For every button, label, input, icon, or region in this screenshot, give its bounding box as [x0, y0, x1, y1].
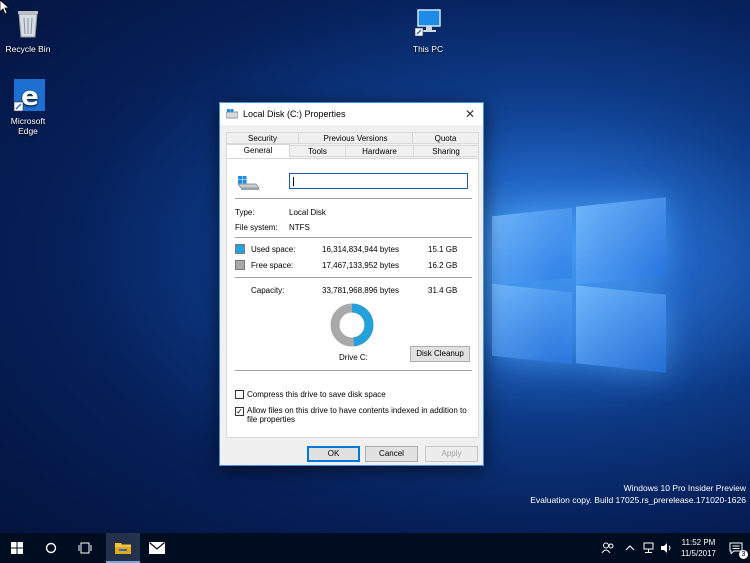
used-space-swatch — [235, 244, 245, 254]
svg-text:e: e — [21, 82, 39, 112]
action-center-button[interactable]: 3 — [722, 533, 750, 563]
drive-name-input[interactable] — [289, 173, 468, 189]
chevron-up-icon — [625, 545, 635, 551]
system-tray: 11:52 PM 11/5/2017 3 — [595, 533, 750, 563]
file-explorer-taskbar-button[interactable] — [106, 533, 140, 563]
separator — [235, 370, 472, 371]
dialog-titlebar[interactable]: Local Disk (C:) Properties ✕ — [220, 103, 483, 125]
drive-label: Drive C: — [339, 353, 368, 362]
tab-general[interactable]: General — [226, 144, 290, 158]
file-explorer-icon — [115, 542, 131, 554]
free-space-swatch — [235, 260, 245, 270]
capacity-bytes: 33,781,968,896 bytes — [322, 286, 399, 295]
tab-hardware[interactable]: Hardware — [345, 145, 414, 157]
checkmark-icon: ✓ — [236, 407, 243, 416]
used-space-gb: 15.1 GB — [428, 245, 458, 254]
free-space-gb: 16.2 GB — [428, 261, 458, 270]
tab-security[interactable]: Security — [226, 132, 299, 144]
type-value: Local Disk — [289, 208, 326, 217]
general-tab-panel: Type: Local Disk File system: NTFS Used … — [226, 158, 479, 438]
index-label-line2[interactable]: file properties — [247, 415, 295, 424]
windows-logo-wallpaper — [480, 150, 750, 400]
edge-icon: e — [11, 78, 46, 112]
tab-strip: Security Previous Versions Quota General… — [226, 132, 479, 158]
clock-button[interactable]: 11:52 PM 11/5/2017 — [681, 537, 716, 559]
free-space-bytes: 17,467,133,952 bytes — [322, 261, 399, 270]
volume-icon — [661, 543, 671, 553]
separator — [235, 198, 472, 199]
type-label: Type: — [235, 208, 255, 217]
desktop-icon-this-pc[interactable]: This PC — [398, 6, 458, 54]
task-view-button[interactable] — [68, 533, 102, 563]
tab-previous-versions[interactable]: Previous Versions — [298, 132, 413, 144]
this-pc-icon — [411, 6, 445, 40]
watermark-line2: Evaluation copy. Build 17025.rs_prerelea… — [530, 495, 746, 505]
disk-usage-donut — [330, 303, 374, 347]
people-icon — [601, 542, 614, 554]
notification-count-badge: 3 — [739, 550, 748, 559]
recycle-bin-icon — [11, 6, 45, 40]
separator — [235, 237, 472, 238]
cortana-circle-icon — [45, 542, 57, 554]
evaluation-watermark: Windows 10 Pro Insider Preview Evaluatio… — [530, 482, 746, 506]
desktop-icon-label: This PC — [412, 44, 444, 54]
index-label-line1[interactable]: Allow files on this drive to have conten… — [247, 406, 467, 415]
capacity-gb: 31.4 GB — [428, 286, 458, 295]
local-disk-icon — [237, 176, 260, 190]
dialog-title: Local Disk (C:) Properties — [243, 109, 346, 119]
file-system-label: File system: — [235, 223, 278, 232]
separator — [235, 277, 472, 278]
desktop-icon-edge[interactable]: e Microsoft Edge — [0, 78, 58, 136]
mail-taskbar-button[interactable] — [140, 533, 174, 563]
cancel-button[interactable]: Cancel — [365, 446, 418, 462]
people-button[interactable] — [595, 533, 621, 563]
mail-icon — [149, 542, 165, 554]
compress-label[interactable]: Compress this drive to save disk space — [247, 390, 386, 399]
desktop-icon-label: Microsoft — [10, 116, 46, 126]
close-icon: ✕ — [464, 107, 476, 121]
desktop-icon-label: Edge — [18, 126, 38, 136]
show-hidden-icons-button[interactable] — [621, 533, 639, 563]
free-space-label: Free space: — [251, 261, 294, 270]
index-checkbox[interactable]: ✓ — [235, 407, 244, 416]
watermark-line1: Windows 10 Pro Insider Preview — [623, 483, 746, 493]
close-button[interactable]: ✕ — [457, 103, 483, 125]
drive-name-text[interactable] — [290, 174, 467, 188]
cortana-button[interactable] — [34, 533, 68, 563]
compress-checkbox[interactable] — [235, 390, 244, 399]
clock-time: 11:52 PM — [681, 538, 716, 547]
desktop-icon-label: Recycle Bin — [5, 44, 51, 54]
windows-start-icon — [11, 542, 23, 554]
apply-button[interactable]: Apply — [425, 446, 478, 462]
task-view-icon — [78, 542, 92, 554]
properties-dialog: Local Disk (C:) Properties ✕ Security Pr… — [219, 102, 484, 466]
text-caret — [293, 177, 294, 186]
taskbar: 11:52 PM 11/5/2017 3 — [0, 533, 750, 563]
drive-icon — [226, 109, 238, 119]
used-space-label: Used space: — [251, 245, 296, 254]
capacity-label: Capacity: — [251, 286, 285, 295]
tab-sharing[interactable]: Sharing — [413, 145, 479, 157]
used-space-bytes: 16,314,834,944 bytes — [322, 245, 399, 254]
disk-cleanup-button[interactable]: Disk Cleanup — [410, 346, 470, 362]
network-button[interactable] — [639, 533, 657, 563]
desktop-icon-recycle-bin[interactable]: Recycle Bin — [0, 6, 58, 54]
clock-date: 11/5/2017 — [681, 549, 716, 558]
start-button[interactable] — [0, 533, 34, 563]
ok-button[interactable]: OK — [307, 446, 360, 462]
network-icon — [643, 542, 653, 553]
volume-button[interactable] — [657, 533, 675, 563]
file-system-value: NTFS — [289, 223, 310, 232]
tab-tools[interactable]: Tools — [289, 145, 346, 157]
tab-quota[interactable]: Quota — [412, 132, 479, 144]
